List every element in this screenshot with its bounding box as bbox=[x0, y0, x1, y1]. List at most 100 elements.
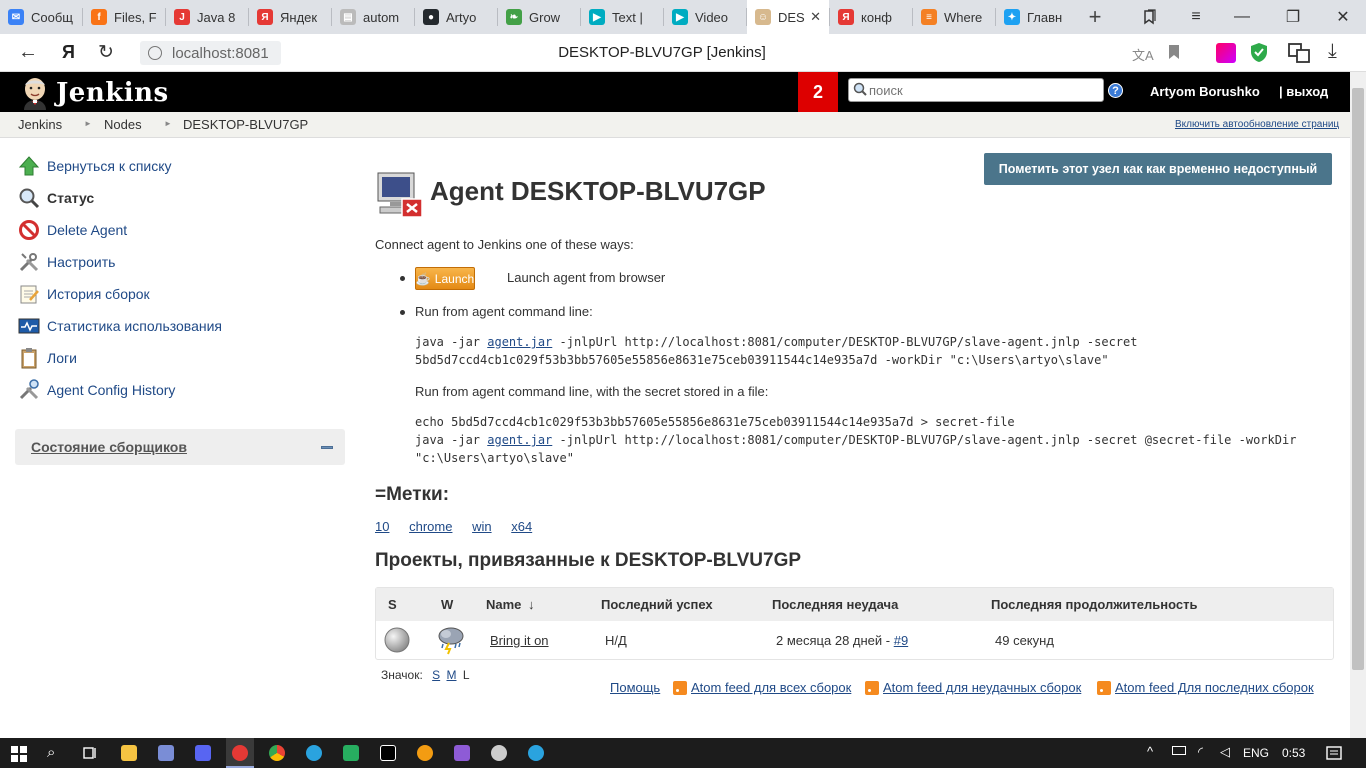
sidebar-item-delete-agent[interactable]: Delete Agent bbox=[18, 219, 127, 241]
battery-icon[interactable] bbox=[1172, 746, 1186, 755]
atom-feed-failed-link[interactable]: Atom feed для неудачных сборок bbox=[865, 680, 1081, 695]
settings-gear-icon[interactable] bbox=[491, 745, 507, 761]
app-icon[interactable] bbox=[454, 745, 470, 761]
yandex-logo-icon[interactable]: Я bbox=[62, 42, 75, 63]
url-field[interactable]: localhost:8081 bbox=[140, 41, 281, 65]
jenkins-butler-icon bbox=[18, 76, 52, 110]
sidebar-item-build-history[interactable]: История сборок bbox=[18, 283, 150, 305]
browser-tab[interactable]: ▤ autom bbox=[332, 0, 414, 34]
browser-tab[interactable]: f Files, F bbox=[83, 0, 165, 34]
user-name-link[interactable]: Artyom Borushko bbox=[1150, 84, 1260, 99]
breadcrumb-nodes[interactable]: Nodes bbox=[104, 117, 142, 132]
atom-feed-all-link[interactable]: Atom feed для всех сборок bbox=[673, 680, 851, 695]
atom-feed-latest-link[interactable]: Atom feed Для последних сборок bbox=[1097, 680, 1314, 695]
search-input[interactable] bbox=[869, 82, 1089, 98]
col-last-failure[interactable]: Последняя неудача bbox=[772, 597, 898, 612]
volume-icon[interactable]: ◁ bbox=[1220, 744, 1230, 760]
bookmark-icon[interactable] bbox=[1168, 43, 1180, 66]
browser-tab[interactable]: Я Яндек bbox=[249, 0, 331, 34]
sidebar-item-agent-config-history[interactable]: Agent Config History bbox=[18, 379, 175, 401]
breadcrumb-jenkins[interactable]: Jenkins bbox=[18, 117, 62, 132]
reload-icon[interactable]: ↻ bbox=[98, 41, 114, 64]
label-link[interactable]: x64 bbox=[511, 519, 532, 534]
notifications-icon[interactable] bbox=[1326, 745, 1342, 764]
label-link[interactable]: chrome bbox=[409, 519, 452, 534]
translate-icon[interactable]: 文A bbox=[1132, 45, 1154, 64]
sidebar-item-logs[interactable]: Логи bbox=[18, 347, 77, 369]
task-view-icon[interactable] bbox=[82, 745, 98, 764]
browser-tab[interactable]: Яконф bbox=[830, 0, 912, 34]
app-icon[interactable] bbox=[343, 745, 359, 761]
sidebar-item-configure[interactable]: Настроить bbox=[18, 251, 115, 273]
jenkins-logo[interactable]: Jenkins bbox=[18, 76, 169, 110]
extension-icon[interactable] bbox=[1288, 43, 1310, 66]
back-icon[interactable]: ← bbox=[18, 41, 38, 64]
failure-build-link[interactable]: #9 bbox=[894, 633, 908, 648]
yandex-browser-icon[interactable] bbox=[232, 745, 248, 761]
collections-icon[interactable] bbox=[1127, 0, 1173, 34]
browser-tab[interactable]: ❧ Grow bbox=[498, 0, 580, 34]
browser-tab[interactable]: ☺ DES ✕ bbox=[747, 0, 829, 34]
browser-tab[interactable]: ✦ Главн bbox=[996, 0, 1078, 34]
file-explorer-icon[interactable] bbox=[121, 745, 137, 761]
browser-tab[interactable]: ✉ Сообщ bbox=[0, 0, 82, 34]
menu-icon[interactable]: ≡ bbox=[1173, 0, 1219, 34]
language-indicator[interactable]: ENG bbox=[1243, 746, 1269, 760]
browser-tab[interactable]: ≡ Where bbox=[913, 0, 995, 34]
mark-offline-button[interactable]: Пометить этот узел как как временно недо… bbox=[984, 153, 1332, 185]
scrollbar-thumb[interactable] bbox=[1352, 88, 1364, 670]
discord-icon[interactable] bbox=[195, 745, 211, 761]
app-icon[interactable] bbox=[158, 745, 174, 761]
clock[interactable]: 0:53 bbox=[1282, 746, 1305, 760]
intellij-icon[interactable] bbox=[380, 745, 396, 761]
notification-badge[interactable]: 2 bbox=[798, 72, 838, 112]
label-link[interactable]: win bbox=[472, 519, 492, 534]
col-name[interactable]: Name bbox=[486, 597, 521, 612]
icon-size-m[interactable]: M bbox=[447, 668, 457, 682]
telegram-icon[interactable] bbox=[528, 745, 544, 761]
download-icon[interactable]: ⤓ bbox=[1328, 40, 1337, 63]
help-icon[interactable]: ? bbox=[1108, 83, 1123, 98]
sidebar-item-load-statistics[interactable]: Статистика использования bbox=[18, 315, 222, 337]
minimize-icon[interactable]: — bbox=[1219, 0, 1265, 34]
connect-intro: Connect agent to Jenkins one of these wa… bbox=[375, 237, 634, 252]
col-last-success[interactable]: Последний успех bbox=[601, 597, 713, 612]
browser-tab[interactable]: ● Artyo bbox=[415, 0, 497, 34]
agent-jar-link[interactable]: agent.jar bbox=[487, 335, 552, 349]
executors-link[interactable]: Состояние сборщиков bbox=[31, 439, 187, 455]
help-link[interactable]: Помощь bbox=[610, 680, 660, 695]
col-weather[interactable]: W bbox=[441, 597, 453, 612]
app-icon[interactable] bbox=[417, 745, 433, 761]
tab-favicon-icon: J bbox=[174, 9, 190, 25]
icon-size-s[interactable]: S bbox=[432, 668, 440, 682]
collapse-icon[interactable] bbox=[321, 446, 333, 449]
sidebar-item-back-to-list[interactable]: Вернуться к списку bbox=[18, 155, 172, 177]
search-icon[interactable]: ⌕ bbox=[47, 744, 55, 761]
project-link[interactable]: Bring it on bbox=[490, 633, 549, 648]
windows-start-icon[interactable] bbox=[11, 746, 27, 765]
col-last-duration[interactable]: Последняя продолжительность bbox=[991, 597, 1198, 612]
agent-jar-link[interactable]: agent.jar bbox=[487, 433, 552, 447]
tab-favicon-icon: ❧ bbox=[506, 9, 522, 25]
shield-icon[interactable] bbox=[1250, 42, 1268, 66]
extension-gradient-icon[interactable] bbox=[1216, 43, 1236, 63]
logout-link[interactable]: | выход bbox=[1279, 84, 1328, 99]
auto-refresh-link[interactable]: Включить автообновление страниц bbox=[1175, 119, 1339, 130]
new-tab-button[interactable]: + bbox=[1078, 4, 1112, 30]
close-window-icon[interactable]: ✕ bbox=[1320, 0, 1366, 34]
restore-icon[interactable]: ❐ bbox=[1270, 0, 1316, 34]
label-link[interactable]: 10 bbox=[375, 519, 389, 534]
launch-button[interactable]: ☕ Launch bbox=[415, 267, 475, 290]
close-tab-icon[interactable]: ✕ bbox=[810, 9, 821, 25]
wifi-icon[interactable]: ◜ bbox=[1198, 744, 1203, 760]
browser-tab[interactable]: ▶ Video bbox=[664, 0, 746, 34]
sidebar-item-status[interactable]: Статус bbox=[18, 187, 94, 209]
browser-tab[interactable]: J Java 8 bbox=[166, 0, 248, 34]
col-status[interactable]: S bbox=[388, 597, 397, 612]
browser-tab[interactable]: ▶ Text | bbox=[581, 0, 663, 34]
telegram-icon[interactable] bbox=[306, 745, 322, 761]
breadcrumb-node[interactable]: DESKTOP-BLVU7GP bbox=[183, 117, 308, 132]
tray-chevron-icon[interactable]: ^ bbox=[1147, 744, 1153, 759]
chrome-icon[interactable] bbox=[269, 745, 285, 761]
search-box[interactable] bbox=[848, 78, 1104, 102]
